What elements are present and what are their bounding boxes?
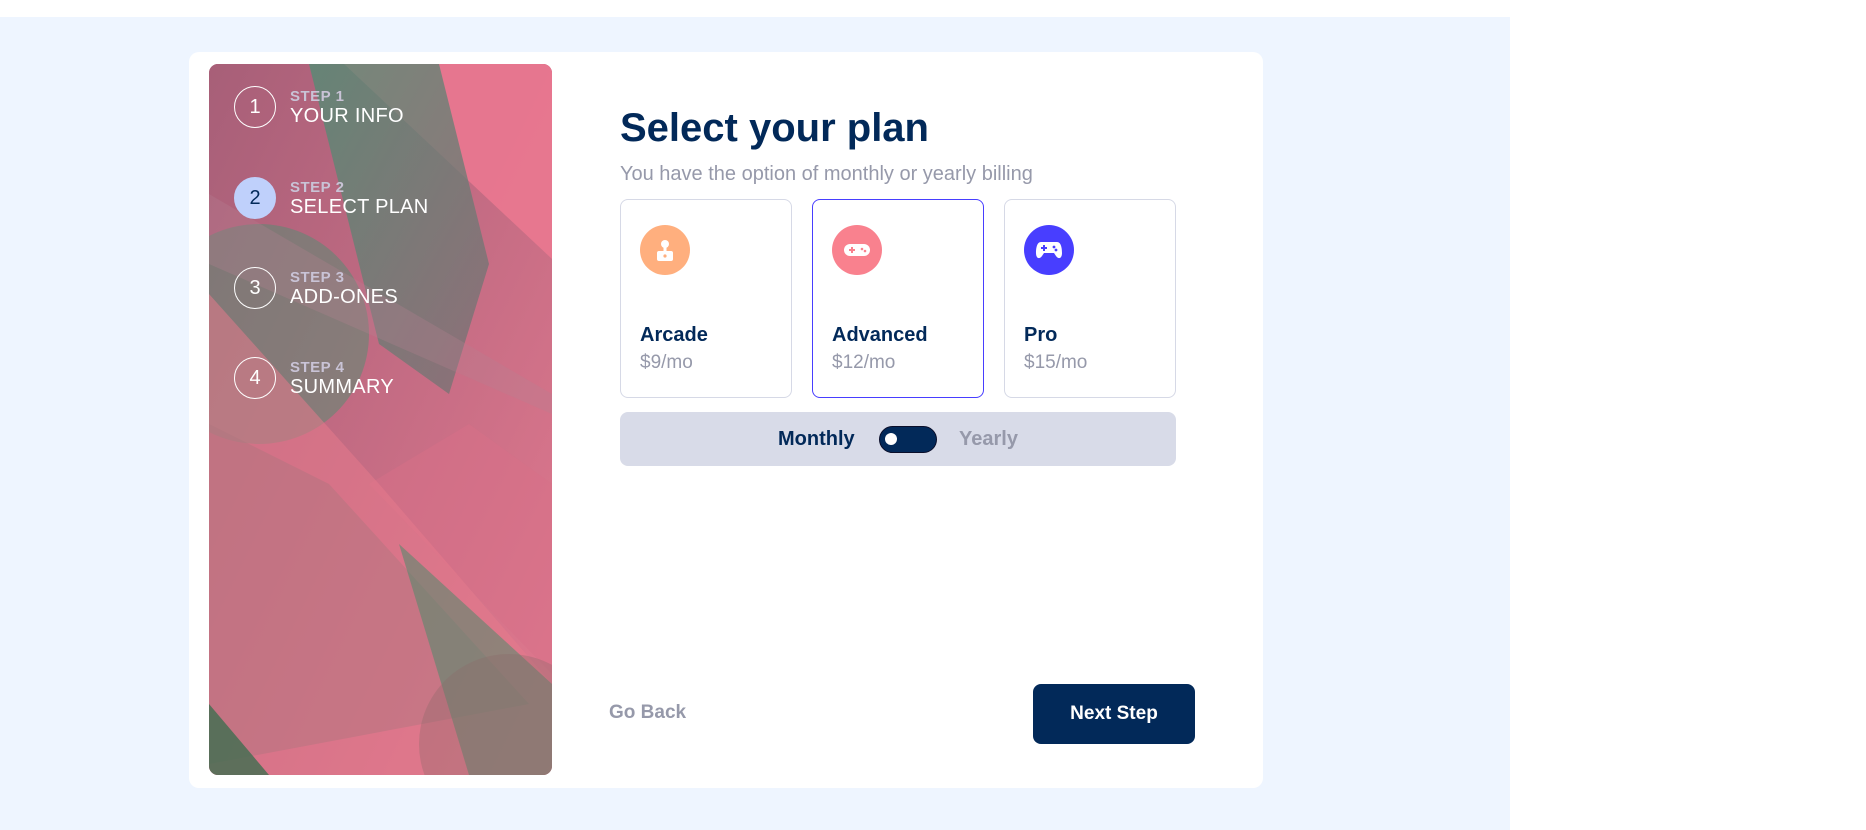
sidebar-background-art <box>209 64 552 775</box>
go-back-button[interactable]: Go Back <box>609 702 686 724</box>
step-title: SUMMARY <box>290 375 394 398</box>
step-number-badge: 1 <box>234 86 276 128</box>
plan-price: $12/mo <box>832 352 896 373</box>
next-step-button[interactable]: Next Step <box>1033 684 1195 744</box>
billing-toggle-bar: Monthly Yearly <box>620 412 1176 466</box>
step-title: YOUR INFO <box>290 104 404 127</box>
steps-sidebar: 1 STEP 1 YOUR INFO 2 STEP 2 SELECT PLAN … <box>209 64 552 775</box>
plan-price: $9/mo <box>640 352 693 373</box>
step-item-select-plan[interactable]: 2 STEP 2 SELECT PLAN <box>234 177 429 219</box>
step-number-badge-active: 2 <box>234 177 276 219</box>
plan-card-arcade[interactable]: Arcade $9/mo <box>620 199 792 398</box>
arcade-icon <box>640 225 690 275</box>
plan-name: Arcade <box>640 324 708 346</box>
toggle-knob <box>885 433 897 445</box>
plan-card-advanced[interactable]: Advanced $12/mo <box>812 199 984 398</box>
plan-card-pro[interactable]: Pro $15/mo <box>1004 199 1176 398</box>
plan-name: Advanced <box>832 324 928 346</box>
step-number-badge: 4 <box>234 357 276 399</box>
billing-yearly-label[interactable]: Yearly <box>959 428 1018 451</box>
pro-gamepad-icon <box>1024 225 1074 275</box>
step-item-your-info[interactable]: 1 STEP 1 YOUR INFO <box>234 86 404 128</box>
page-subtitle: You have the option of monthly or yearly… <box>620 163 1033 185</box>
step-kicker: STEP 4 <box>290 358 345 376</box>
step-number-badge: 3 <box>234 267 276 309</box>
billing-period-toggle[interactable] <box>879 426 937 453</box>
billing-monthly-label[interactable]: Monthly <box>778 428 855 451</box>
form-card: 1 STEP 1 YOUR INFO 2 STEP 2 SELECT PLAN … <box>189 52 1263 788</box>
page-title: Select your plan <box>620 106 929 150</box>
step-item-summary[interactable]: 4 STEP 4 SUMMARY <box>234 357 394 399</box>
step-kicker: STEP 1 <box>290 87 345 105</box>
step-kicker: STEP 3 <box>290 268 345 286</box>
plan-name: Pro <box>1024 324 1058 346</box>
advanced-controller-icon <box>832 225 882 275</box>
step-kicker: STEP 2 <box>290 178 345 196</box>
step-item-add-ones[interactable]: 3 STEP 3 ADD-ONES <box>234 267 398 309</box>
step-title: ADD-ONES <box>290 285 398 308</box>
step-title: SELECT PLAN <box>290 195 429 218</box>
plan-price: $15/mo <box>1024 352 1088 373</box>
